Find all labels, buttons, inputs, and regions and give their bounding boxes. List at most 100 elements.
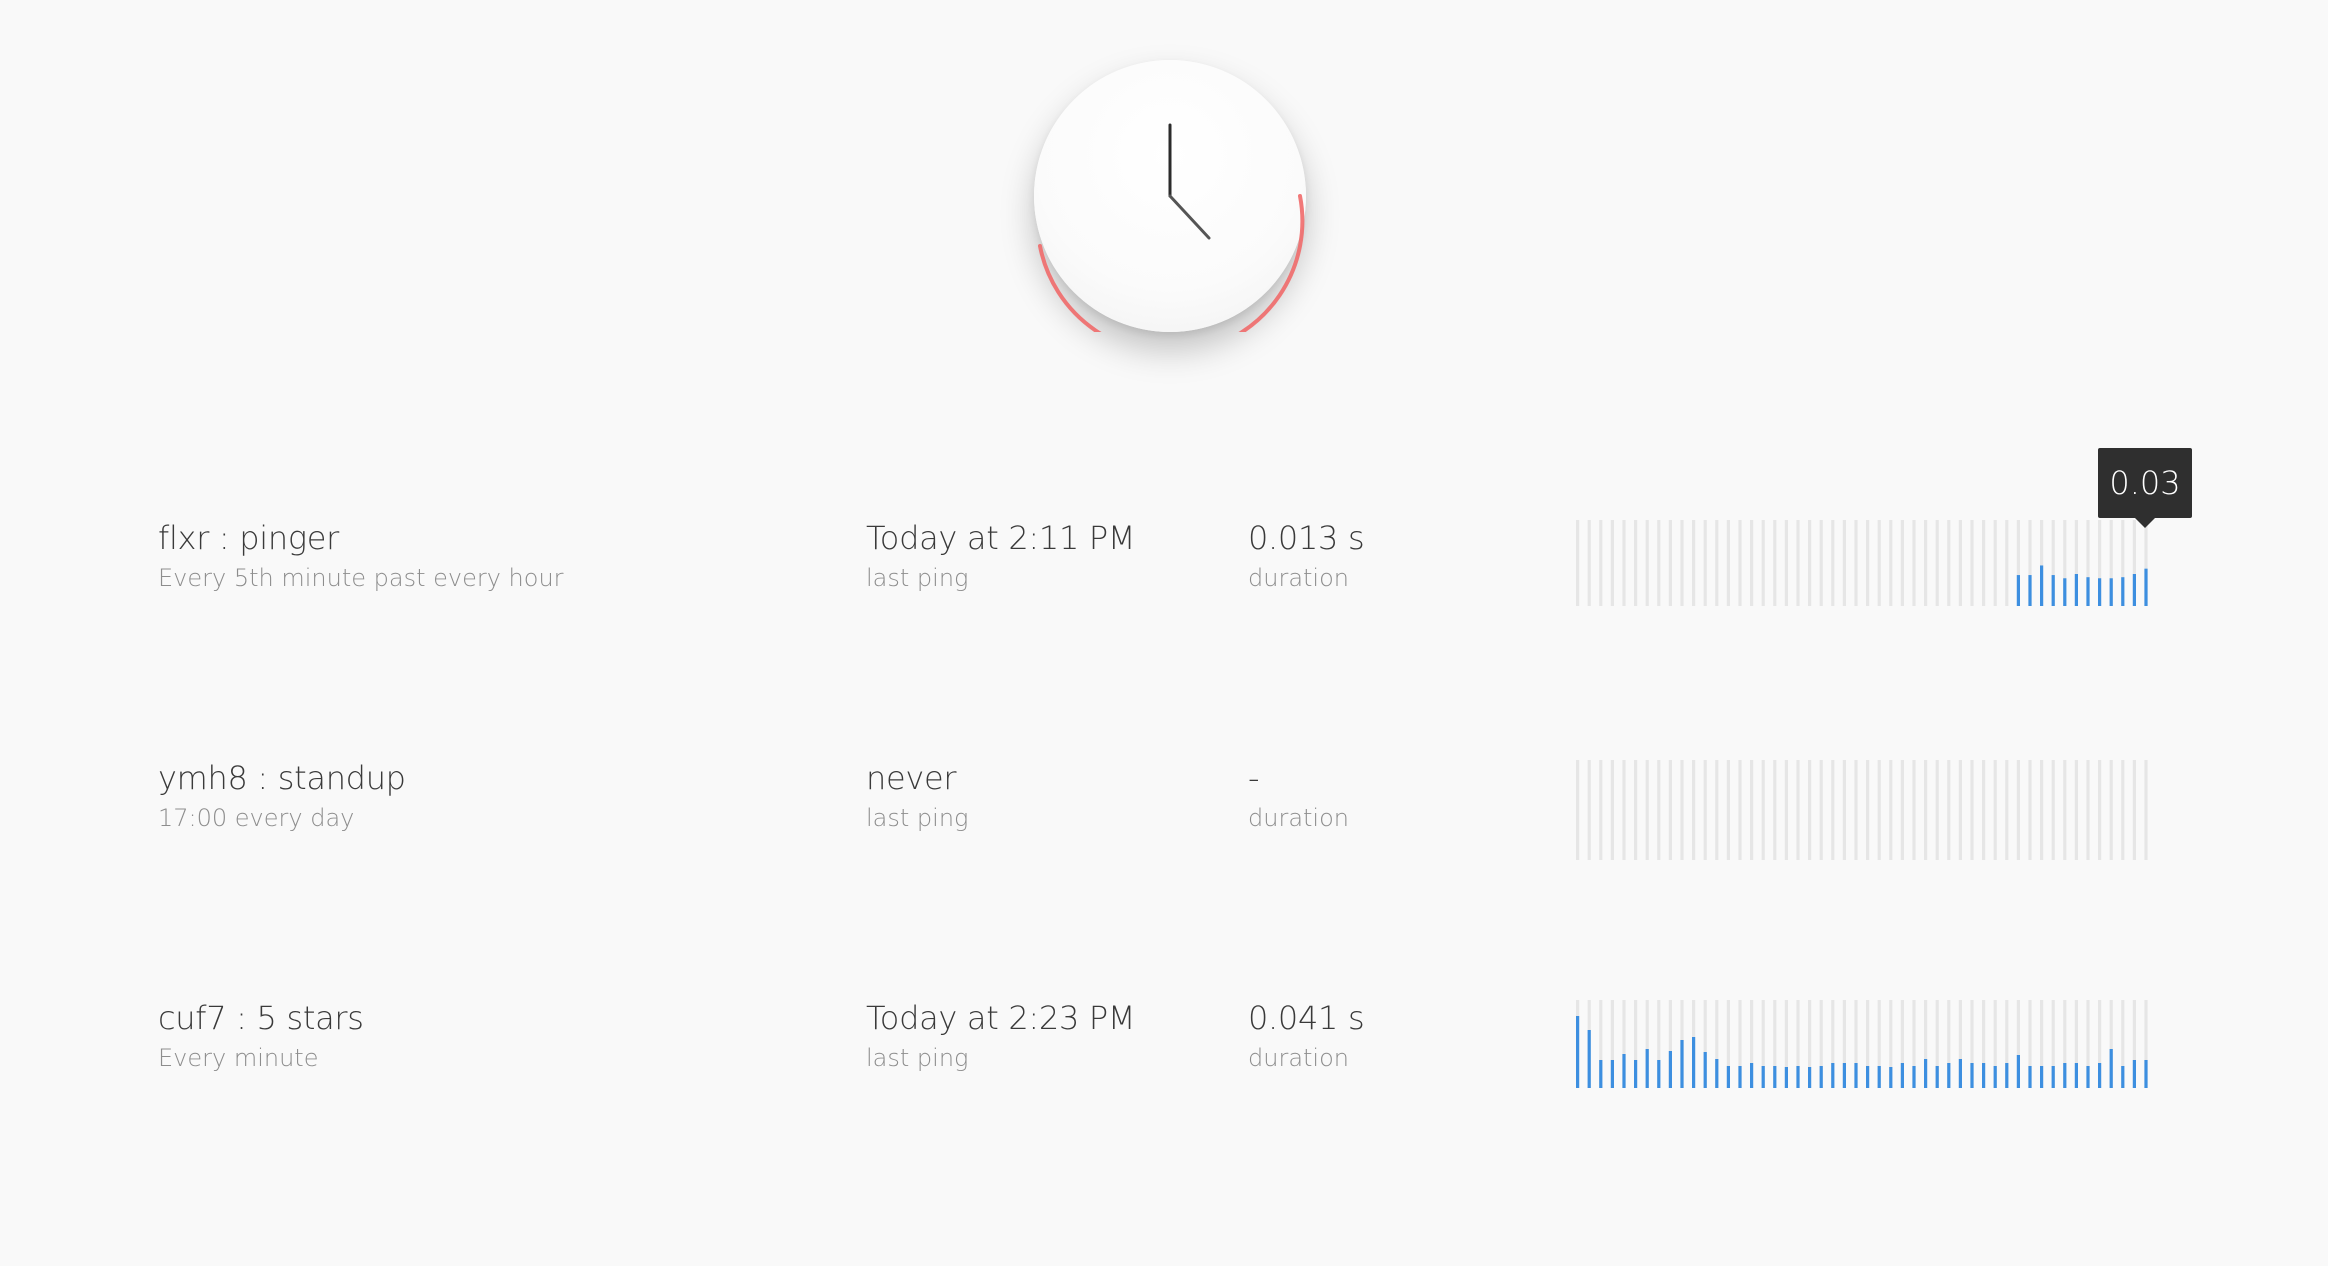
sparkline-bar[interactable] (2109, 578, 2113, 606)
sparkline-bar[interactable] (2121, 1066, 2125, 1088)
sparkline-bar[interactable] (1935, 1066, 1939, 1088)
sparkline-bar-background (1657, 760, 1661, 860)
check-row[interactable]: flxr : pinger Every 5th minute past ever… (0, 518, 2328, 648)
duration-cell: - duration (1248, 758, 1349, 834)
sparkline-bar[interactable] (1958, 1059, 1962, 1088)
sparkline-bar[interactable] (1877, 1066, 1881, 1088)
sparkline-bar[interactable] (1622, 1054, 1626, 1088)
sparkline-bar-background (2144, 760, 2148, 860)
sparkline-bar-background (1877, 760, 1881, 860)
sparkline-bar[interactable] (2005, 1063, 2009, 1088)
check-row[interactable]: ymh8 : standup 17:00 every day never las… (0, 758, 2328, 888)
duration-cell: 0.013 s duration (1248, 518, 1365, 594)
sparkline-bar-background (1947, 520, 1951, 606)
sparkline-bar[interactable] (1854, 1063, 1858, 1088)
sparkline-bar[interactable] (1576, 1016, 1580, 1088)
sparkline-bar[interactable] (1645, 1049, 1649, 1088)
sparkline-bar-background (1715, 760, 1719, 860)
sparkline-bar[interactable] (2063, 578, 2067, 606)
sparkline-bar[interactable] (1796, 1066, 1800, 1088)
sparkline-bar[interactable] (1900, 1063, 1904, 1088)
sparkline-bar-background (1924, 760, 1928, 860)
duration-sparkline[interactable] (1574, 758, 2150, 862)
sparkline-bar[interactable] (1993, 1066, 1997, 1088)
sparkline-bar[interactable] (1819, 1066, 1823, 1088)
sparkline-bar[interactable] (1842, 1063, 1846, 1088)
sparkline-bar[interactable] (2132, 1060, 2136, 1088)
sparkline-bar-background (1622, 760, 1626, 860)
sparkline-bar[interactable] (1587, 1030, 1591, 1088)
last-ping-label: last ping (866, 1044, 969, 1072)
sparkline-bar-background (1576, 520, 1580, 606)
sparkline-bar[interactable] (2086, 577, 2090, 606)
duration-sparkline[interactable] (1574, 998, 2150, 1090)
sparkline-bar[interactable] (1610, 1060, 1614, 1088)
sparkline-bar[interactable] (2086, 1066, 2090, 1088)
sparkline-bar-background (1842, 520, 1846, 606)
check-row[interactable]: cuf7 : 5 stars Every minute Today at 2:2… (0, 998, 2328, 1128)
sparkline-bar[interactable] (1866, 1066, 1870, 1088)
sparkline-bar-background (1831, 520, 1835, 606)
sparkline-bar-background (1877, 520, 1881, 606)
sparkline-bar-background (2028, 760, 2032, 860)
sparkline-bar[interactable] (1680, 1040, 1684, 1088)
sparkline-bar[interactable] (1924, 1059, 1928, 1088)
sparkline-bar[interactable] (2074, 574, 2078, 606)
sparkline-bar[interactable] (1970, 1063, 1974, 1088)
duration-tooltip: 0.03 (2098, 448, 2192, 518)
sparkline-bar-background (1842, 760, 1846, 860)
sparkline-bar-background (2109, 760, 2113, 860)
sparkline-bar[interactable] (1808, 1067, 1812, 1088)
check-name: flxr : pinger (158, 519, 340, 557)
sparkline-bar[interactable] (1784, 1067, 1788, 1088)
sparkline-bar[interactable] (2016, 575, 2020, 606)
sparkline-bar[interactable] (2028, 1066, 2032, 1088)
sparkline-bar-background (1935, 520, 1939, 606)
sparkline-bar[interactable] (2051, 575, 2055, 606)
sparkline-bar[interactable] (2098, 578, 2102, 606)
sparkline-bar[interactable] (2132, 574, 2136, 606)
sparkline-bar[interactable] (1738, 1066, 1742, 1088)
sparkline-bar[interactable] (2144, 568, 2148, 606)
sparkline-bar[interactable] (2074, 1063, 2078, 1088)
sparkline-bar[interactable] (1599, 1060, 1603, 1088)
sparkline-bar[interactable] (1715, 1059, 1719, 1088)
duration-value: 0.041 s (1248, 999, 1365, 1037)
sparkline-bar[interactable] (1750, 1063, 1754, 1088)
sparkline-bar[interactable] (1668, 1051, 1672, 1088)
sparkline-bar[interactable] (2051, 1066, 2055, 1088)
sparkline-bar[interactable] (1657, 1060, 1661, 1088)
last-ping-value: Today at 2:23 PM (866, 999, 1136, 1037)
sparkline-bar[interactable] (1889, 1067, 1893, 1088)
sparkline-bar[interactable] (1773, 1066, 1777, 1088)
sparkline-bar[interactable] (1726, 1066, 1730, 1088)
sparkline-bar[interactable] (2040, 565, 2044, 606)
sparkline-bar-background (1599, 760, 1603, 860)
sparkline-bar-background (1715, 520, 1719, 606)
sparkline-bar-background (1993, 760, 1997, 860)
sparkline-bar-background (1889, 760, 1893, 860)
sparkline-bar-background (1866, 760, 1870, 860)
sparkline-bar[interactable] (2028, 575, 2032, 606)
sparkline-bar[interactable] (1947, 1063, 1951, 1088)
duration-sparkline[interactable] (1574, 518, 2150, 608)
sparkline-bar-background (1970, 520, 1974, 606)
sparkline-bar[interactable] (1761, 1066, 1765, 1088)
sparkline-bar[interactable] (1703, 1052, 1707, 1088)
sparkline-bar[interactable] (2098, 1063, 2102, 1088)
sparkline-bar[interactable] (2144, 1060, 2148, 1088)
check-schedule: 17:00 every day (158, 804, 355, 832)
sparkline-bar[interactable] (2040, 1066, 2044, 1088)
sparkline-bar[interactable] (2063, 1063, 2067, 1088)
sparkline-bar-background (1680, 760, 1684, 860)
sparkline-bar[interactable] (1982, 1063, 1986, 1088)
sparkline-bar[interactable] (1912, 1066, 1916, 1088)
sparkline-bar[interactable] (2016, 1055, 2020, 1088)
sparkline-bar[interactable] (2109, 1049, 2113, 1088)
sparkline-bar[interactable] (2121, 577, 2125, 606)
sparkline-bar-background (1947, 760, 1951, 860)
sparkline-bar[interactable] (1831, 1063, 1835, 1088)
sparkline-bar-background (1692, 520, 1696, 606)
sparkline-bar[interactable] (1634, 1060, 1638, 1088)
sparkline-bar[interactable] (1692, 1037, 1696, 1088)
